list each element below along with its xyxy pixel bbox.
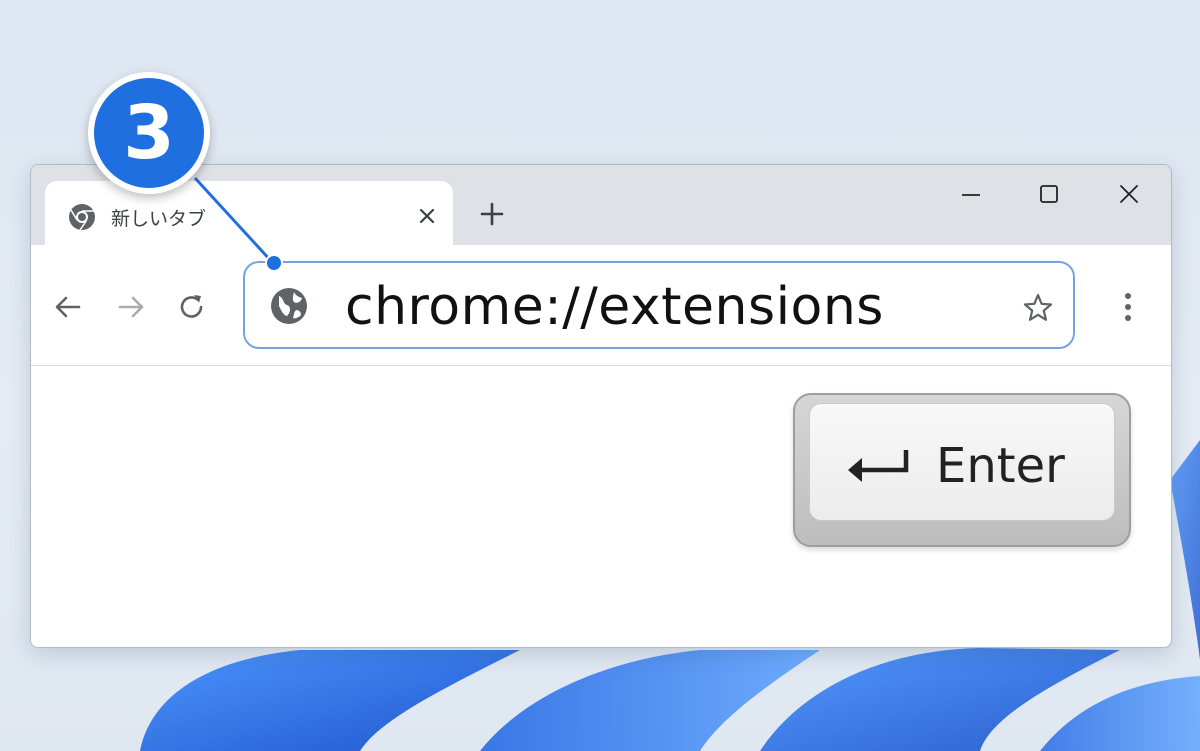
tab-title: 新しいタブ [111, 208, 207, 230]
browser-window: 新しいタブ chrome://extensions Enter [30, 164, 1172, 648]
back-arrow-icon[interactable] [51, 290, 85, 324]
address-bar[interactable]: chrome://extensions [243, 261, 1075, 349]
enter-key-label: Enter [936, 438, 1065, 494]
reload-icon[interactable] [175, 290, 209, 324]
star-icon[interactable] [1021, 291, 1055, 325]
step-number: 3 [123, 90, 175, 176]
toolbar-divider [31, 365, 1171, 366]
maximize-icon[interactable] [1029, 179, 1069, 211]
close-icon[interactable] [412, 201, 442, 231]
step-badge: 3 [88, 72, 210, 194]
chrome-icon [69, 204, 95, 231]
kebab-menu-icon[interactable] [1111, 289, 1145, 325]
enter-key-cap: Enter [809, 403, 1115, 521]
globe-icon [271, 288, 307, 324]
url-text[interactable]: chrome://extensions [345, 277, 884, 337]
minimize-icon[interactable] [951, 179, 991, 211]
enter-key[interactable]: Enter [793, 393, 1131, 547]
tab-new-tab[interactable]: 新しいタブ [45, 181, 453, 245]
forward-arrow-icon[interactable] [114, 290, 148, 324]
window-close-icon[interactable] [1109, 179, 1149, 211]
return-arrow-icon [848, 450, 909, 482]
plus-icon[interactable] [475, 197, 509, 231]
